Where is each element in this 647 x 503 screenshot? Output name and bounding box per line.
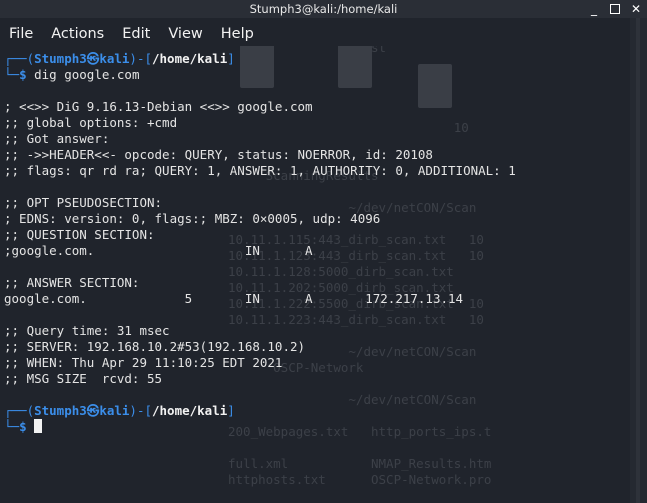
- terminal-output[interactable]: ┌──(Stumph3㉿kali)-[/home/kali] └─$ dig g…: [0, 46, 630, 503]
- menu-actions[interactable]: Actions: [41, 26, 112, 42]
- scrollbar-thumb[interactable]: [636, 18, 640, 503]
- command-text: dig google.com: [26, 67, 140, 82]
- command-line: └─$ dig google.com: [4, 67, 140, 82]
- text-cursor: [34, 419, 43, 433]
- menu-edit[interactable]: Edit: [112, 26, 158, 42]
- close-button[interactable]: ✕: [629, 2, 643, 16]
- output-line: ;; Query time: 31 msec: [4, 323, 170, 338]
- output-line: ;; Got answer:: [4, 131, 110, 146]
- minimize-button[interactable]: _: [587, 2, 601, 16]
- title-bar[interactable]: Stumph3@kali:/home/kali _ ✕: [0, 0, 647, 18]
- output-line: ;; flags: qr rd ra; QUERY: 1, ANSWER: 1,…: [4, 163, 516, 178]
- active-command-line[interactable]: └─$: [4, 419, 43, 435]
- output-line: ;; QUESTION SECTION:: [4, 227, 155, 242]
- prompt-line: ┌──(Stumph3㉿kali)-[/home/kali]: [4, 51, 235, 66]
- output-line: ;; SERVER: 192.168.10.2#53(192.168.10.2): [4, 339, 306, 354]
- menu-file[interactable]: File: [0, 26, 41, 42]
- output-line: ;; global options: +cmd: [4, 115, 178, 130]
- window-controls: _ ✕: [587, 0, 643, 18]
- prompt-host: kali: [99, 403, 130, 418]
- maximize-button[interactable]: [608, 2, 622, 16]
- prompt-line: ┌──(Stumph3㉿kali)-[/home/kali]: [4, 403, 235, 418]
- output-line: ; <<>> DiG 9.16.13-Debian <<>> google.co…: [4, 99, 313, 114]
- prompt-user: Stumph3: [34, 51, 87, 66]
- output-line: ; EDNS: version: 0, flags:; MBZ: 0×0005,…: [4, 211, 381, 226]
- output-line: google.com. 5 IN A 172.217.13.14: [4, 291, 464, 306]
- maximize-icon: [610, 4, 620, 14]
- menu-help[interactable]: Help: [211, 26, 262, 42]
- menu-bar: File Actions Edit View Help: [0, 22, 647, 46]
- prompt-path: /home/kali: [152, 403, 228, 418]
- output-line: ;; MSG SIZE rcvd: 55: [4, 371, 163, 386]
- scrollbar[interactable]: [630, 18, 647, 503]
- output-line: ;; OPT PSEUDOSECTION:: [4, 195, 163, 210]
- prompt-host: kali: [99, 51, 130, 66]
- prompt-user: Stumph3: [34, 403, 87, 418]
- output-line: ;; ANSWER SECTION:: [4, 275, 140, 290]
- output-line: ;; WHEN: Thu Apr 29 11:10:25 EDT 2021: [4, 355, 283, 370]
- prompt-path: /home/kali: [152, 51, 228, 66]
- terminal-window: kali_compilation hindrespon1.bladat st 1…: [0, 0, 647, 503]
- output-line: ;; ->>HEADER<<- opcode: QUERY, status: N…: [4, 147, 433, 162]
- window-title: Stumph3@kali:/home/kali: [249, 2, 398, 16]
- output-line: ;google.com. IN A: [4, 243, 313, 258]
- menu-view[interactable]: View: [158, 26, 210, 42]
